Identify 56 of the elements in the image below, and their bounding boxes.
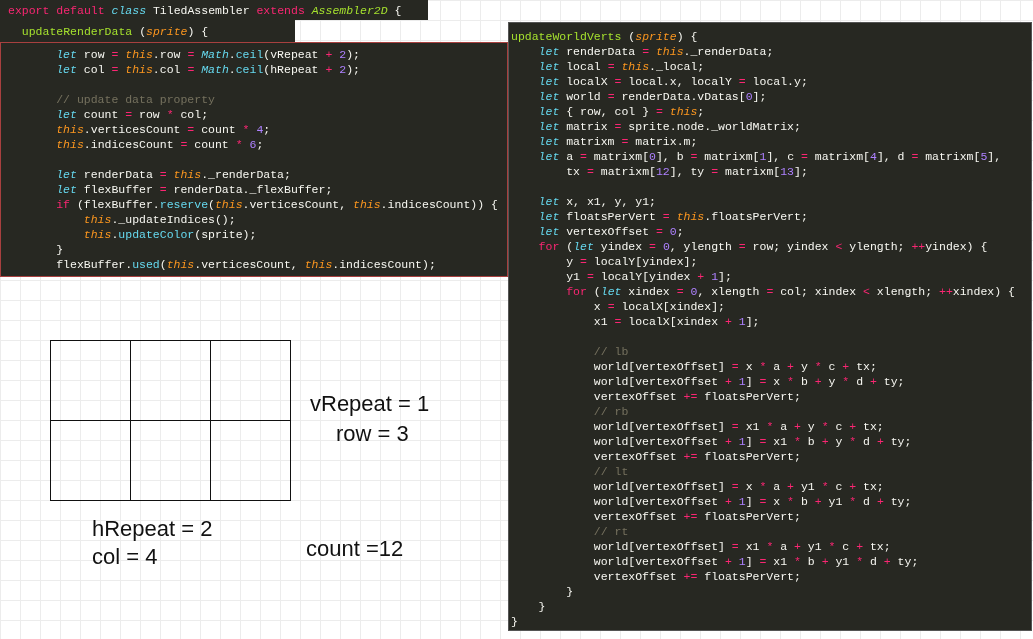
code-line: world[vertexOffset] = x1 * a + y1 * c + tx;	[592, 539, 892, 554]
code-line: vertexOffset += floatsPerVert;	[592, 509, 802, 524]
diagram-label: col = 4	[92, 544, 158, 570]
code-line: let col = this.col = Math.ceil(hRepeat + 2);	[55, 62, 361, 77]
diagram-label: row = 3	[336, 421, 409, 447]
code-line: this.indicesCount = count * 6;	[55, 137, 265, 152]
code-line: y1 = localY[yindex + 1];	[565, 269, 733, 284]
code-line: // lt	[592, 464, 630, 479]
code-line: // rb	[592, 404, 630, 419]
diagram-label: vRepeat = 1	[310, 391, 430, 417]
code-line: updateWorldVerts (sprite) {	[511, 29, 699, 44]
code-line: let localX = local.x, localY = local.y;	[537, 74, 809, 89]
code-line: let count = row * col;	[55, 107, 210, 122]
code-line: world[vertexOffset] = x * a + y1 * c + tx;	[592, 479, 885, 494]
code-line: flexBuffer.used(this.verticesCount, this.indicesCount);	[55, 257, 437, 272]
code-line: }	[565, 584, 575, 599]
code-line: world[vertexOffset + 1] = x * b + y1 * d + ty;	[592, 494, 913, 509]
code-line: y = localY[yindex];	[565, 254, 699, 269]
code-line: for (let yindex = 0, ylength = row; yindex < ylength; ++yindex) {	[537, 239, 989, 254]
code-line: let a = matrixm[0], b = matrixm[1], c = matrixm[4], d = matrixm[5],	[537, 149, 1003, 164]
code-line: this.updateColor(sprite);	[82, 227, 258, 242]
code-line: // rt	[592, 524, 630, 539]
code-line: this._updateIndices();	[82, 212, 237, 227]
code-line: let x, x1, y, y1;	[537, 194, 657, 209]
code-line: // update data property	[55, 92, 216, 107]
code-line: tx = matrixm[12], ty = matrixm[13];	[565, 164, 809, 179]
code-line: let renderData = this._renderData;	[537, 44, 775, 59]
code-line: let { row, col } = this;	[537, 104, 706, 119]
code-line: world[vertexOffset + 1] = x1 * b + y * d + ty;	[592, 434, 913, 449]
code-line: x1 = localX[xindex + 1];	[592, 314, 761, 329]
code-line: let vertexOffset = 0;	[537, 224, 685, 239]
code-line: world[vertexOffset + 1] = x * b + y * d + ty;	[592, 374, 906, 389]
code-line: let row = this.row = Math.ceil(vRepeat + 2);	[55, 47, 361, 62]
code-line: if (flexBuffer.reserve(this.verticesCount, this.indicesCount)) {	[55, 197, 499, 212]
code-line: world[vertexOffset] = x1 * a + y * c + tx;	[592, 419, 885, 434]
code-line: vertexOffset += floatsPerVert;	[592, 449, 802, 464]
code-line: let floatsPerVert = this.floatsPerVert;	[537, 209, 809, 224]
diagram-label: count =12	[306, 536, 404, 562]
code-line: let matrix = sprite.node._worldMatrix;	[537, 119, 802, 134]
code-line: let local = this._local;	[537, 59, 706, 74]
code-line: }	[55, 242, 65, 257]
code-line: let matrixm = matrix.m;	[537, 134, 699, 149]
code-line: for (let xindex = 0, xlength = col; xindex < xlength; ++xindex) {	[565, 284, 1016, 299]
code-line: vertexOffset += floatsPerVert;	[592, 389, 802, 404]
code-line: world[vertexOffset + 1] = x1 * b + y1 * d + ty;	[592, 554, 920, 569]
code-line: vertexOffset += floatsPerVert;	[592, 569, 802, 584]
code-line: let flexBuffer = renderData._flexBuffer;	[55, 182, 334, 197]
code-line: world[vertexOffset] = x * a + y * c + tx;	[592, 359, 878, 374]
code-line: let renderData = this._renderData;	[55, 167, 292, 182]
diagram-label: hRepeat = 2	[92, 516, 213, 542]
code-line: this.verticesCount = count * 4;	[55, 122, 272, 137]
code-line: let world = renderData.vDatas[0];	[537, 89, 768, 104]
code-line: x = localX[xindex];	[592, 299, 726, 314]
code-line: }	[537, 599, 547, 614]
code-line: }	[511, 614, 519, 629]
code-line: // lb	[592, 344, 630, 359]
